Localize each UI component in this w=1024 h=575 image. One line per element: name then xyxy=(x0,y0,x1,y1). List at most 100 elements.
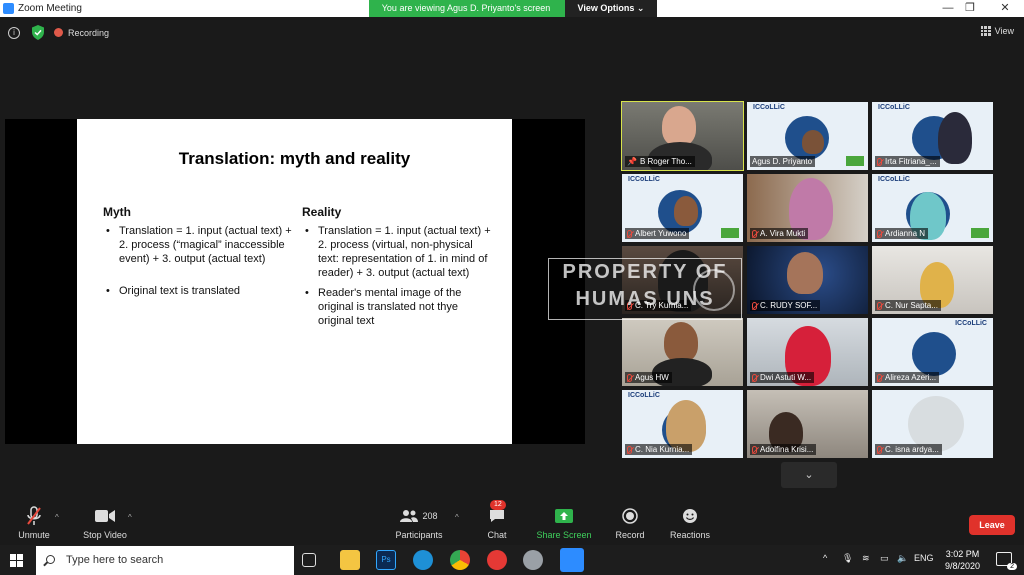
mic-muted-icon xyxy=(627,229,632,238)
photoshop-icon[interactable]: Ps xyxy=(376,550,396,570)
participant-tile[interactable]: Adolfina Krisi... xyxy=(747,390,868,458)
participant-tile[interactable]: A. Vira Mukti xyxy=(747,174,868,242)
notification-icon[interactable]: 2 xyxy=(996,552,1017,570)
reactions-button[interactable]: Reactions xyxy=(668,504,712,540)
notification-count: 2 xyxy=(1007,563,1017,570)
participant-tile[interactable]: C. RUDY SOF... xyxy=(747,246,868,314)
shield-icon[interactable] xyxy=(31,25,45,40)
info-icon[interactable]: i xyxy=(8,27,20,39)
taskbar-clock[interactable]: 3:02 PM 9/8/2020 xyxy=(945,548,980,572)
chrome-icon[interactable] xyxy=(450,550,470,570)
mic-muted-icon xyxy=(752,373,757,382)
window-title: Zoom Meeting xyxy=(18,3,82,14)
caret-up-icon[interactable]: ^ xyxy=(128,513,132,522)
participant-name-label: A. Vira Mukti xyxy=(750,228,809,239)
participants-count: 208 xyxy=(422,511,438,521)
record-button[interactable]: Record xyxy=(612,504,648,540)
participant-tile[interactable]: Agus HW xyxy=(622,318,743,386)
clock-time: 3:02 PM xyxy=(945,549,980,559)
presentation-slide: Translation: myth and reality Myth Trans… xyxy=(77,119,512,444)
media-player-icon[interactable] xyxy=(487,550,507,570)
stop-video-label: Stop Video xyxy=(83,530,127,540)
watermark: PROPERTY OF HUMAS UNS xyxy=(548,258,742,320)
view-button[interactable]: View xyxy=(980,26,1014,36)
participant-tile[interactable]: ICCoLLiC Agus D. Priyanto xyxy=(747,102,868,170)
shared-screen: Translation: myth and reality Myth Trans… xyxy=(5,119,585,444)
taskbar-search[interactable]: Type here to search xyxy=(36,546,294,575)
participant-tile[interactable]: ICCoLLiC C. Nia Kurnia... xyxy=(622,390,743,458)
participant-tile[interactable]: C. Nur Sapta... xyxy=(872,246,993,314)
restore-icon[interactable]: ❐ xyxy=(960,1,980,16)
microphone-icon[interactable]: 🎙 xyxy=(842,553,853,564)
participant-name-label: Alireza Azeri... xyxy=(875,372,940,383)
mic-muted-icon xyxy=(877,445,882,454)
participant-tile[interactable]: ICCoLLiC Ardianna N xyxy=(872,174,993,242)
chat-label: Chat xyxy=(487,530,507,540)
recording-indicator[interactable]: Recording xyxy=(54,25,109,40)
stop-video-button[interactable]: Stop Video xyxy=(80,504,130,540)
participant-tile[interactable]: ICCoLLiC Alireza Azeri... xyxy=(872,318,993,386)
video-camera-icon xyxy=(95,510,115,522)
chevron-up-icon[interactable]: ^ xyxy=(823,553,827,563)
view-label: View xyxy=(994,26,1014,36)
caret-up-icon[interactable]: ^ xyxy=(55,513,59,522)
record-label: Record xyxy=(615,530,645,540)
language-indicator[interactable]: ENG xyxy=(914,553,934,563)
mic-muted-icon xyxy=(752,301,757,310)
zoom-taskbar-icon[interactable] xyxy=(560,548,584,572)
task-view-icon[interactable] xyxy=(302,553,316,567)
battery-icon[interactable]: ▭ xyxy=(880,553,889,564)
file-explorer-icon[interactable] xyxy=(340,550,360,570)
mic-muted-icon xyxy=(877,373,882,382)
myth-column: Myth Translation = 1. input (actual text… xyxy=(103,205,293,304)
leave-button[interactable]: Leave xyxy=(969,515,1015,535)
chat-button[interactable]: 12 Chat xyxy=(480,500,514,540)
participant-name-label: Agus HW xyxy=(625,372,672,383)
participants-button[interactable]: 208 Participants xyxy=(394,504,444,540)
share-screen-label: Share Screen xyxy=(536,530,592,540)
participant-name-label: C. RUDY SOF... xyxy=(750,300,821,311)
meeting-topbar: i Recording View xyxy=(0,17,1024,47)
pin-icon: 📌 xyxy=(627,157,637,166)
unmute-button[interactable]: Unmute xyxy=(14,504,54,540)
mic-muted-icon xyxy=(27,506,41,525)
close-icon[interactable]: ✕ xyxy=(995,1,1015,16)
participant-name-label: C. Nia Kurnia... xyxy=(625,444,693,455)
participant-tile[interactable]: Dwi Astuti W... xyxy=(747,318,868,386)
mic-muted-icon xyxy=(877,229,882,238)
seal-icon xyxy=(693,269,735,311)
participant-tile[interactable]: 📌 B Roger Tho... xyxy=(621,101,744,171)
meeting-toolbar: Unmute ^ Stop Video ^ 208 Participants ^… xyxy=(0,500,1024,545)
recording-label: Recording xyxy=(68,27,110,38)
windows-start-icon[interactable] xyxy=(10,554,23,567)
participant-tile[interactable]: C. isna ardya... xyxy=(872,390,993,458)
participant-tile[interactable]: ICCoLLiC Irta Fitriana_... xyxy=(872,102,993,170)
mic-muted-icon xyxy=(752,229,757,238)
caret-up-icon[interactable]: ^ xyxy=(455,513,459,522)
chevron-down-icon[interactable]: ⌄ xyxy=(781,462,837,488)
mic-muted-icon xyxy=(752,445,757,454)
participant-name-label: Ardianna N xyxy=(875,228,929,239)
zoom-app-icon xyxy=(3,3,14,14)
participant-name-label: Dwi Astuti W... xyxy=(750,372,815,383)
screen-share-banner: You are viewing Agus D. Priyanto's scree… xyxy=(369,0,657,17)
participants-label: Participants xyxy=(395,530,443,540)
view-options-button[interactable]: View Options ⌄ xyxy=(565,0,657,17)
reality-heading: Reality xyxy=(302,205,342,219)
settings-gear-icon[interactable] xyxy=(523,550,543,570)
share-screen-button[interactable]: Share Screen xyxy=(534,504,594,540)
edge-icon[interactable] xyxy=(413,550,433,570)
participant-tile[interactable]: ICCoLLiC Albert Yuwono xyxy=(622,174,743,242)
participant-name-label: Adolfina Krisi... xyxy=(750,444,817,455)
minimize-icon[interactable]: — xyxy=(938,1,958,16)
people-icon xyxy=(400,510,419,522)
mic-muted-icon xyxy=(877,301,882,310)
participant-name-label: Agus D. Priyanto xyxy=(750,156,816,167)
windows-taskbar: Type here to search Ps ^ 🎙 ≋ ▭ 🔈 ENG 3:0… xyxy=(0,545,1024,575)
myth-item: Original text is translated xyxy=(103,284,293,298)
volume-icon[interactable]: 🔈 xyxy=(897,553,908,564)
participant-name-label: C. Nur Sapta... xyxy=(875,300,941,311)
mic-muted-icon xyxy=(627,373,632,382)
wifi-icon[interactable]: ≋ xyxy=(862,553,870,564)
share-screen-icon xyxy=(555,509,573,523)
